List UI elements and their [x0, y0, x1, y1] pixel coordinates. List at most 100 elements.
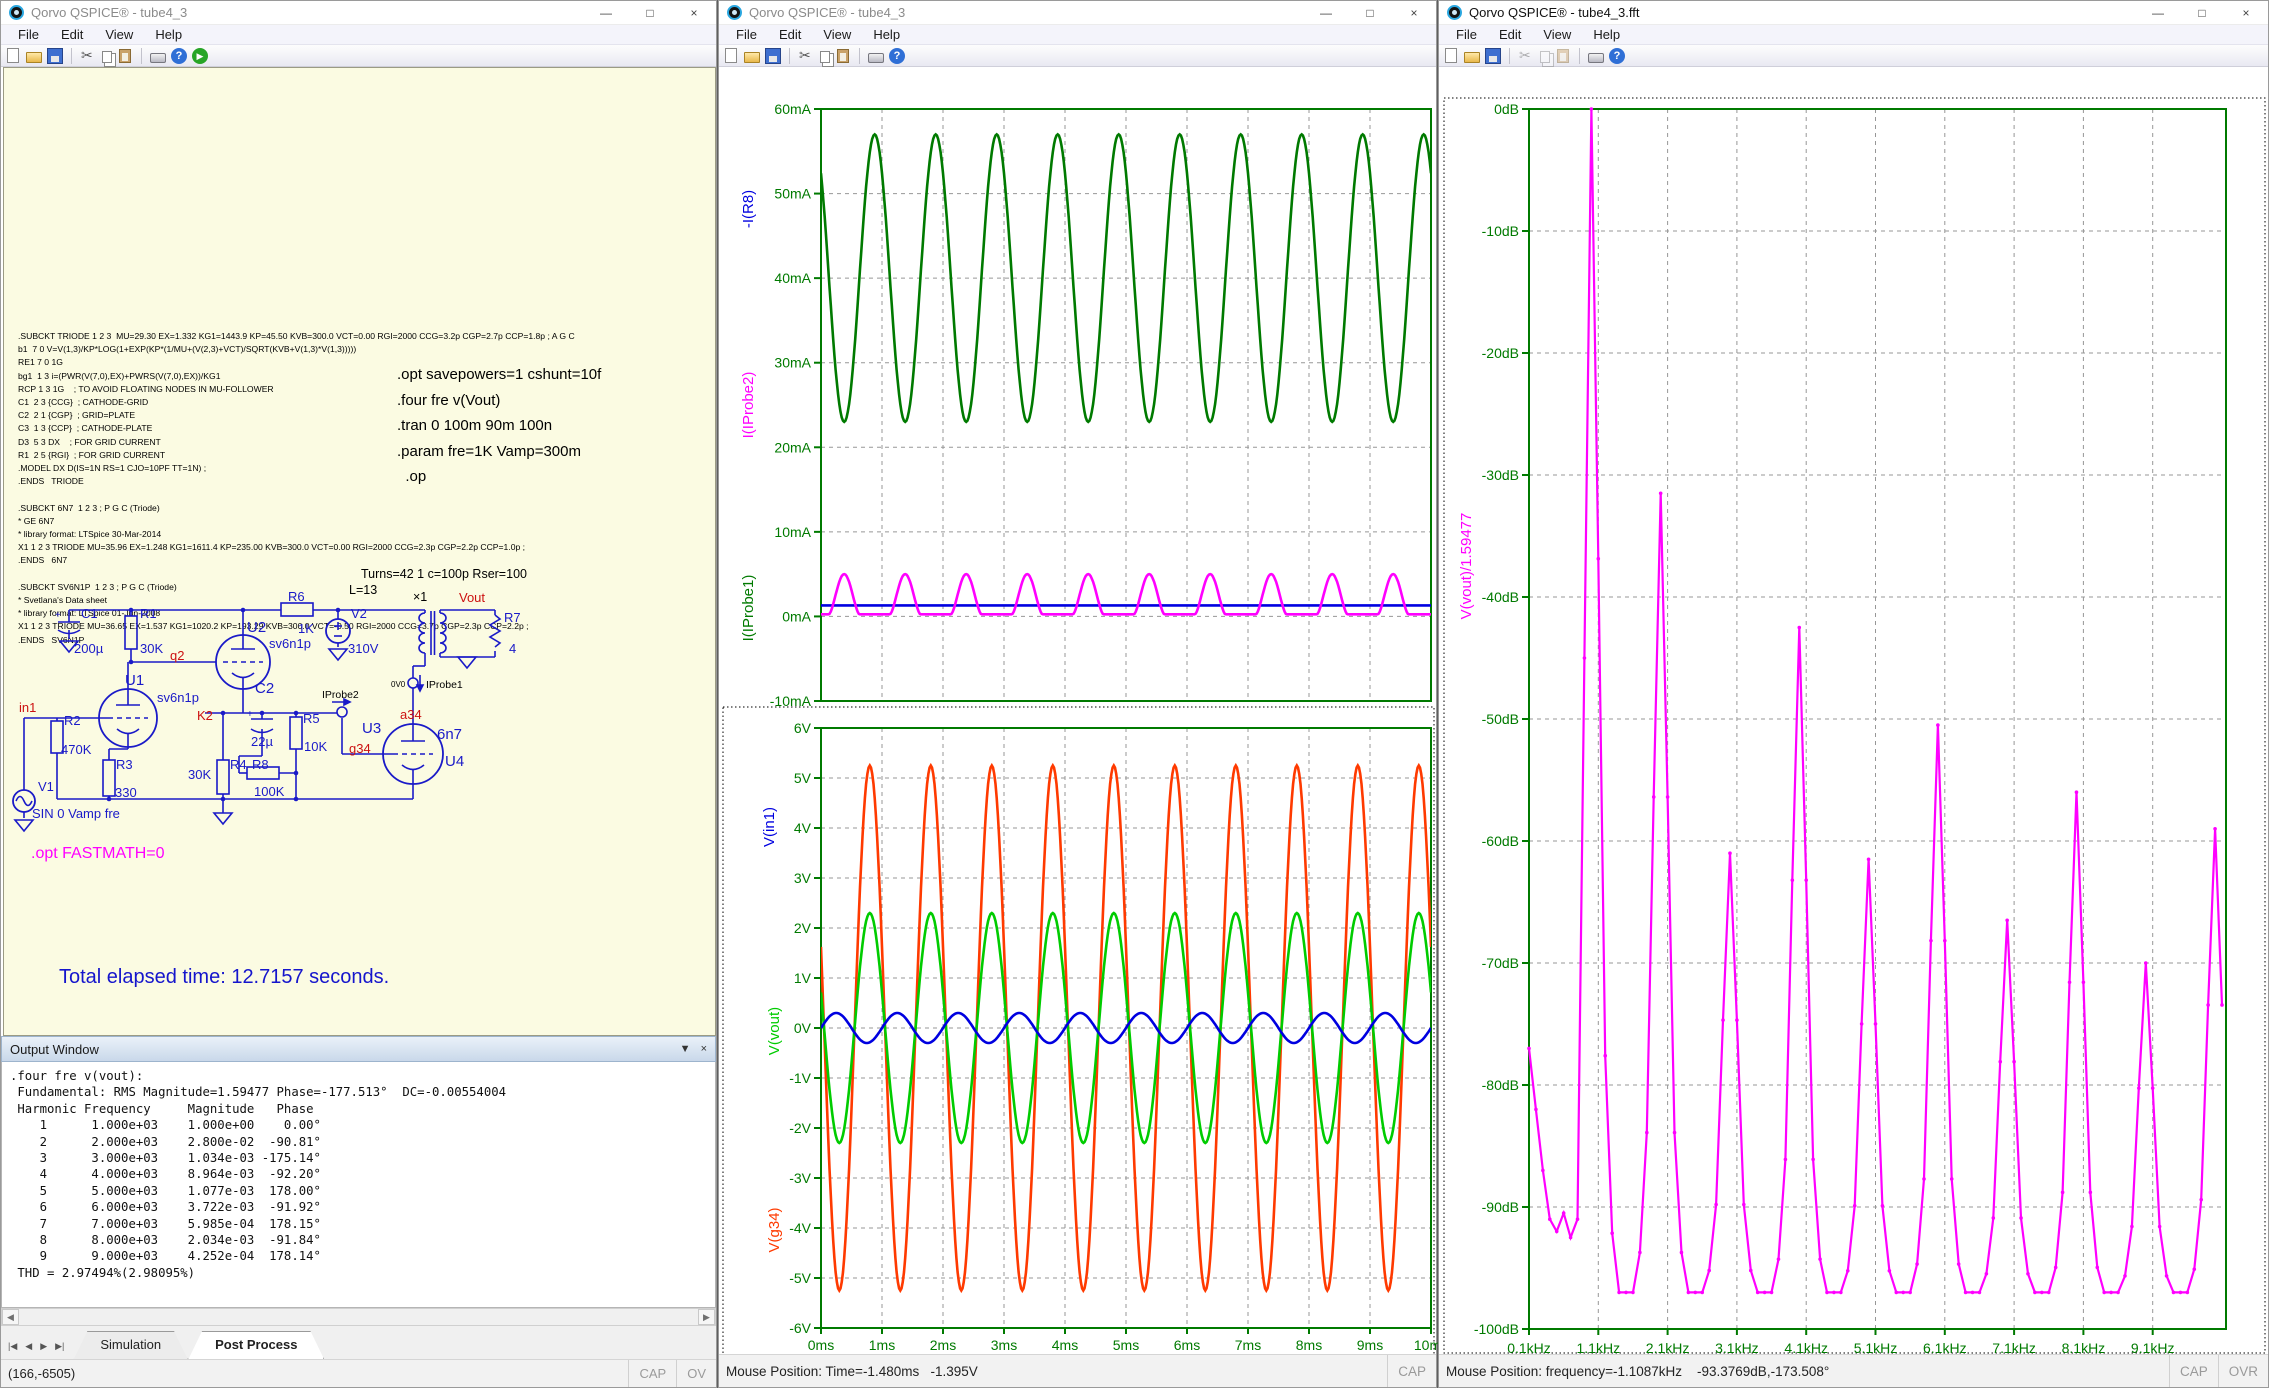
svg-text:1V: 1V [794, 970, 812, 986]
svg-text:-I(R8): -I(R8) [740, 190, 757, 228]
svg-text:IProbe2: IProbe2 [322, 689, 359, 701]
statusbar-waveforms: Mouse Position: Time=-1.480ms -1.395V CA… [719, 1354, 1436, 1387]
svg-text:3V: 3V [794, 870, 812, 886]
svg-text:6ms: 6ms [1174, 1337, 1200, 1353]
svg-text:0V: 0V [794, 1020, 812, 1036]
svg-text:9ms: 9ms [1357, 1337, 1383, 1353]
svg-text:V(vout): V(vout) [766, 1007, 783, 1055]
svg-text:470K: 470K [61, 742, 92, 757]
caps-indicator: CAP [628, 1360, 676, 1387]
svg-text:R5: R5 [303, 711, 320, 726]
svg-text:0ms: 0ms [808, 1337, 834, 1353]
svg-text:V1: V1 [38, 779, 54, 794]
svg-text:-2V: -2V [789, 1120, 811, 1136]
svg-text:50mA: 50mA [774, 186, 811, 202]
svg-text:-10dB: -10dB [1482, 223, 1519, 239]
svg-text:-1V: -1V [789, 1070, 811, 1086]
fft-plot[interactable]: 0dB-10dB-20dB-30dB-40dB-50dB-60dB-70dB-8… [1439, 1, 2269, 1388]
svg-text:5ms: 5ms [1113, 1337, 1139, 1353]
svg-text:-100dB: -100dB [1474, 1321, 1519, 1337]
statusbar-fft: Mouse Position: frequency=-1.1087kHz -93… [1439, 1354, 2268, 1387]
fourier-analysis-text: .four fre v(vout): Fundamental: RMS Magn… [2, 1062, 715, 1281]
svg-text:10mA: 10mA [774, 524, 811, 540]
output-close-icon[interactable]: × [701, 1043, 707, 1055]
scroll-right-icon[interactable]: ▶ [698, 1309, 715, 1325]
svg-text:100K: 100K [254, 784, 285, 799]
svg-text:a34: a34 [400, 707, 422, 722]
svg-text:-10mA: -10mA [770, 693, 812, 709]
svg-text:-60dB: -60dB [1482, 833, 1519, 849]
svg-text:Turns=42 1 c=100p Rser=100: Turns=42 1 c=100p Rser=100 [361, 567, 527, 581]
svg-text:-30dB: -30dB [1482, 467, 1519, 483]
svg-text:1ms: 1ms [869, 1337, 895, 1353]
svg-text:6V: 6V [794, 720, 812, 736]
cursor-coordinates: (166,-6505) [1, 1366, 75, 1381]
svg-text:0mA: 0mA [782, 608, 811, 624]
svg-text:-50dB: -50dB [1482, 711, 1519, 727]
svg-text:I(IProbe1): I(IProbe1) [740, 575, 757, 642]
tab-nav-buttons[interactable]: |◀◀ ▶▶| [5, 1340, 67, 1353]
waveform-plots[interactable]: 60mA50mA40mA30mA20mA10mA0mA-10mA6V5V4V3V… [719, 1, 1438, 1388]
tab-prev-icon: ◀ [22, 1340, 35, 1353]
svg-text:C1: C1 [81, 606, 98, 621]
svg-text:22µ: 22µ [251, 734, 273, 749]
window-schematic: Qorvo QSPICE® - tube4_3 — □ × File Edit … [0, 0, 717, 1388]
svg-text:7ms: 7ms [1235, 1337, 1261, 1353]
svg-text:0dB: 0dB [1494, 101, 1519, 117]
svg-text:×1: ×1 [413, 590, 427, 604]
mouse-position-readout: Mouse Position: frequency=-1.1087kHz -93… [1439, 1364, 1829, 1379]
svg-text:sv6n1p: sv6n1p [269, 636, 311, 651]
svg-text:+: + [55, 610, 61, 621]
sheet-tabbar: |◀◀ ▶▶| Simulation Post Process [1, 1326, 716, 1361]
output-hscrollbar[interactable]: ◀ ▶ [1, 1308, 716, 1326]
svg-text:2ms: 2ms [930, 1337, 956, 1353]
tab-last-icon: ▶| [52, 1340, 67, 1353]
svg-text:U4: U4 [445, 753, 464, 770]
svg-text:U3: U3 [362, 720, 381, 737]
svg-text:K2: K2 [197, 708, 213, 723]
svg-text:R2: R2 [64, 713, 81, 728]
svg-text:V(in1): V(in1) [761, 807, 778, 847]
svg-text:30K: 30K [140, 641, 163, 656]
tab-simulation[interactable]: Simulation [73, 1331, 188, 1360]
caps-indicator: CAP [2169, 1355, 2218, 1387]
svg-text:200µ: 200µ [74, 641, 104, 656]
statusbar-schematic: (166,-6505) CAP OV [1, 1359, 716, 1387]
svg-text:8ms: 8ms [1296, 1337, 1322, 1353]
svg-text:V(g34): V(g34) [766, 1207, 783, 1252]
svg-text:-70dB: -70dB [1482, 955, 1519, 971]
svg-text:4V: 4V [794, 820, 812, 836]
svg-text:R3: R3 [116, 757, 133, 772]
svg-text:30mA: 30mA [774, 355, 811, 371]
svg-text:4ms: 4ms [1052, 1337, 1078, 1353]
svg-text:3ms: 3ms [991, 1337, 1017, 1353]
tab-post-process[interactable]: Post Process [188, 1331, 324, 1360]
svg-text:-5V: -5V [789, 1270, 811, 1286]
svg-text:.opt FASTMATH=0: .opt FASTMATH=0 [31, 845, 165, 862]
svg-text:2V: 2V [794, 920, 812, 936]
svg-text:-40dB: -40dB [1482, 589, 1519, 605]
svg-text:L=13: L=13 [349, 583, 377, 597]
svg-text:60mA: 60mA [774, 101, 811, 117]
svg-text:R4: R4 [230, 757, 247, 772]
svg-text:10ms: 10ms [1414, 1337, 1438, 1353]
ovr-indicator: OV [676, 1360, 716, 1387]
tab-first-icon: |◀ [5, 1340, 20, 1353]
svg-text:0V0: 0V0 [391, 680, 406, 689]
svg-text:in1: in1 [19, 700, 36, 715]
caps-indicator: CAP [1387, 1355, 1436, 1387]
svg-text:R8: R8 [252, 757, 269, 772]
svg-text:+: + [247, 709, 253, 720]
scroll-left-icon[interactable]: ◀ [2, 1309, 19, 1325]
svg-text:-4V: -4V [789, 1220, 811, 1236]
output-dropdown-icon[interactable]: ▼ [680, 1043, 691, 1055]
svg-text:R7: R7 [504, 610, 521, 625]
svg-text:-90dB: -90dB [1482, 1199, 1519, 1215]
svg-text:g34: g34 [349, 741, 371, 756]
svg-text:q2: q2 [170, 648, 184, 663]
svg-text:10K: 10K [304, 739, 327, 754]
output-window-title: Output Window [10, 1042, 99, 1057]
window-fft: Qorvo QSPICE® - tube4_3.fft — □ × File E… [1438, 0, 2269, 1388]
output-window-header[interactable]: Output Window ▼ × [1, 1036, 716, 1062]
output-window-body[interactable]: .four fre v(vout): Fundamental: RMS Magn… [1, 1062, 716, 1308]
